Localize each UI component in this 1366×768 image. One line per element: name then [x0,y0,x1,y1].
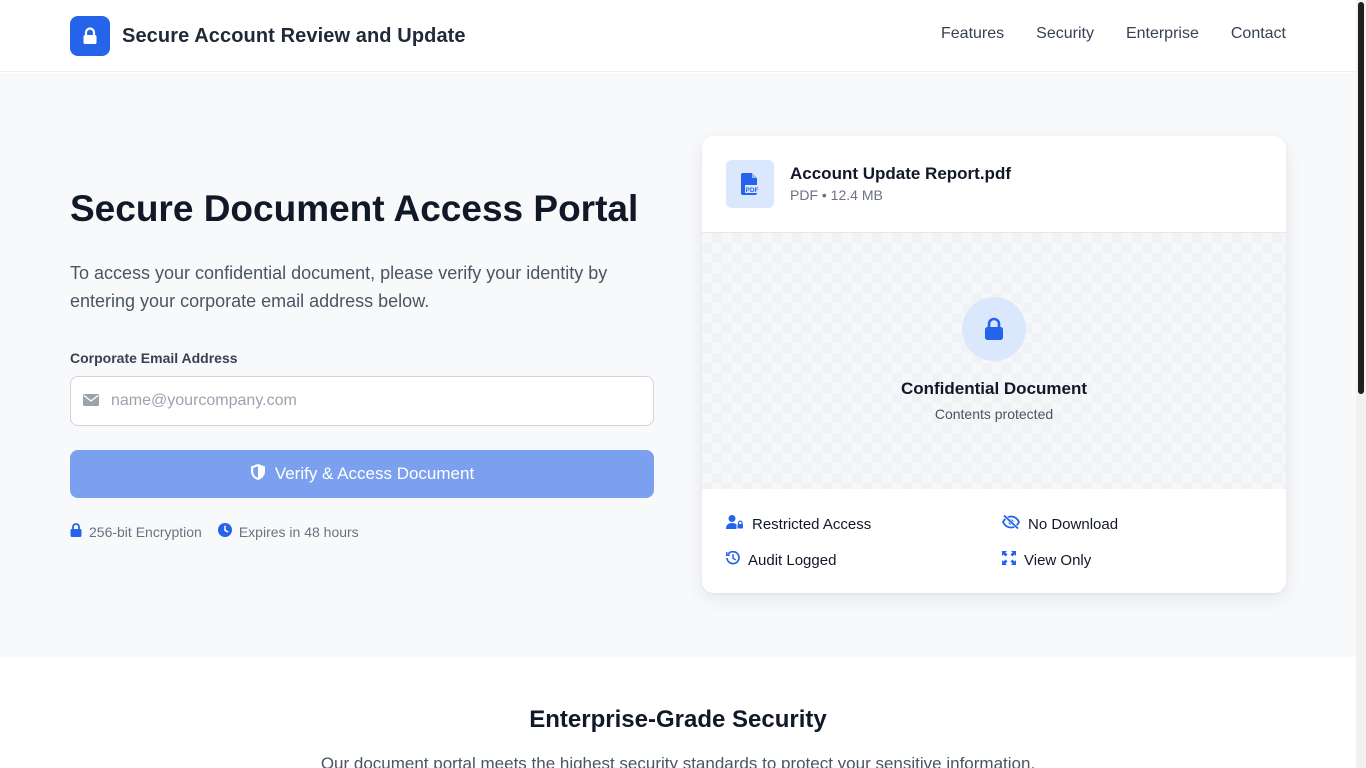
hero-description: To access your confidential document, pl… [70,263,608,311]
email-field-wrapper [70,376,654,426]
section-description: Our document portal meets the highest se… [320,754,1036,768]
feature-audit-logged-text: Audit Logged [748,551,837,569]
envelope-icon [83,393,99,412]
section-title: Enterprise-Grade Security [529,706,827,733]
meta-encryption-text: 256-bit Encryption [89,523,202,540]
lock-icon [70,16,110,56]
eye-slash-icon [1001,514,1021,533]
verify-button-label: Verify & Access Document [274,464,475,483]
svg-text:PDF: PDF [746,187,759,194]
meta-expiry-text: Expires in 48 hours [238,523,359,540]
meta-encryption: 256-bit Encryption [70,523,202,540]
document-name: Account Update Report.pdf [790,164,1011,183]
clock-icon [217,523,232,540]
feature-restricted-access-text: Restricted Access [752,515,872,533]
lock-icon [70,523,82,540]
email-label: Corporate Email Address [70,350,238,366]
email-field[interactable] [111,378,641,424]
scrollbar-thumb[interactable] [1358,2,1364,394]
document-features: Restricted Access No Download Audit Logg… [702,489,1286,593]
shield-icon [250,463,266,486]
nav-enterprise[interactable]: Enterprise [1126,25,1199,43]
lock-icon [962,297,1026,361]
page-scrollbar[interactable] [1356,0,1366,768]
site-header: Secure Account Review and Update Feature… [0,0,1356,72]
confidential-title: Confidential Document [900,379,1088,398]
hero-section: Secure Document Access Portal To access … [0,73,1356,657]
nav-contact[interactable]: Contact [1231,25,1286,43]
security-meta: 256-bit Encryption Expires in 48 hours [70,523,359,540]
document-card: PDF Account Update Report.pdf PDF • 12.4… [702,136,1286,593]
feature-restricted-access: Restricted Access [726,515,871,533]
feature-no-download-text: No Download [1028,515,1119,533]
brand[interactable]: Secure Account Review and Update [70,16,466,56]
document-meta: PDF • 12.4 MB [790,187,883,203]
feature-view-only: View Only [1002,551,1091,569]
user-lock-icon [726,515,744,533]
page-title: Secure Document Access Portal [70,188,639,229]
feature-audit-logged: Audit Logged [725,550,837,569]
brand-title: Secure Account Review and Update [122,24,466,47]
confidential-subtitle: Contents protected [934,406,1054,422]
document-preview: Confidential Document Contents protected [702,233,1286,489]
nav-security[interactable]: Security [1036,25,1094,43]
main-nav: Features Security Enterprise Contact [941,25,1286,43]
document-header: PDF Account Update Report.pdf PDF • 12.4… [702,136,1286,233]
history-icon [725,550,740,569]
verify-access-button[interactable]: Verify & Access Document [70,450,654,498]
feature-no-download: No Download [1001,514,1119,533]
view-only-icon [1002,551,1016,569]
nav-features[interactable]: Features [941,25,1004,43]
feature-view-only-text: View Only [1024,551,1092,569]
pdf-file-icon: PDF [726,160,774,208]
meta-expiry: Expires in 48 hours [217,523,359,540]
